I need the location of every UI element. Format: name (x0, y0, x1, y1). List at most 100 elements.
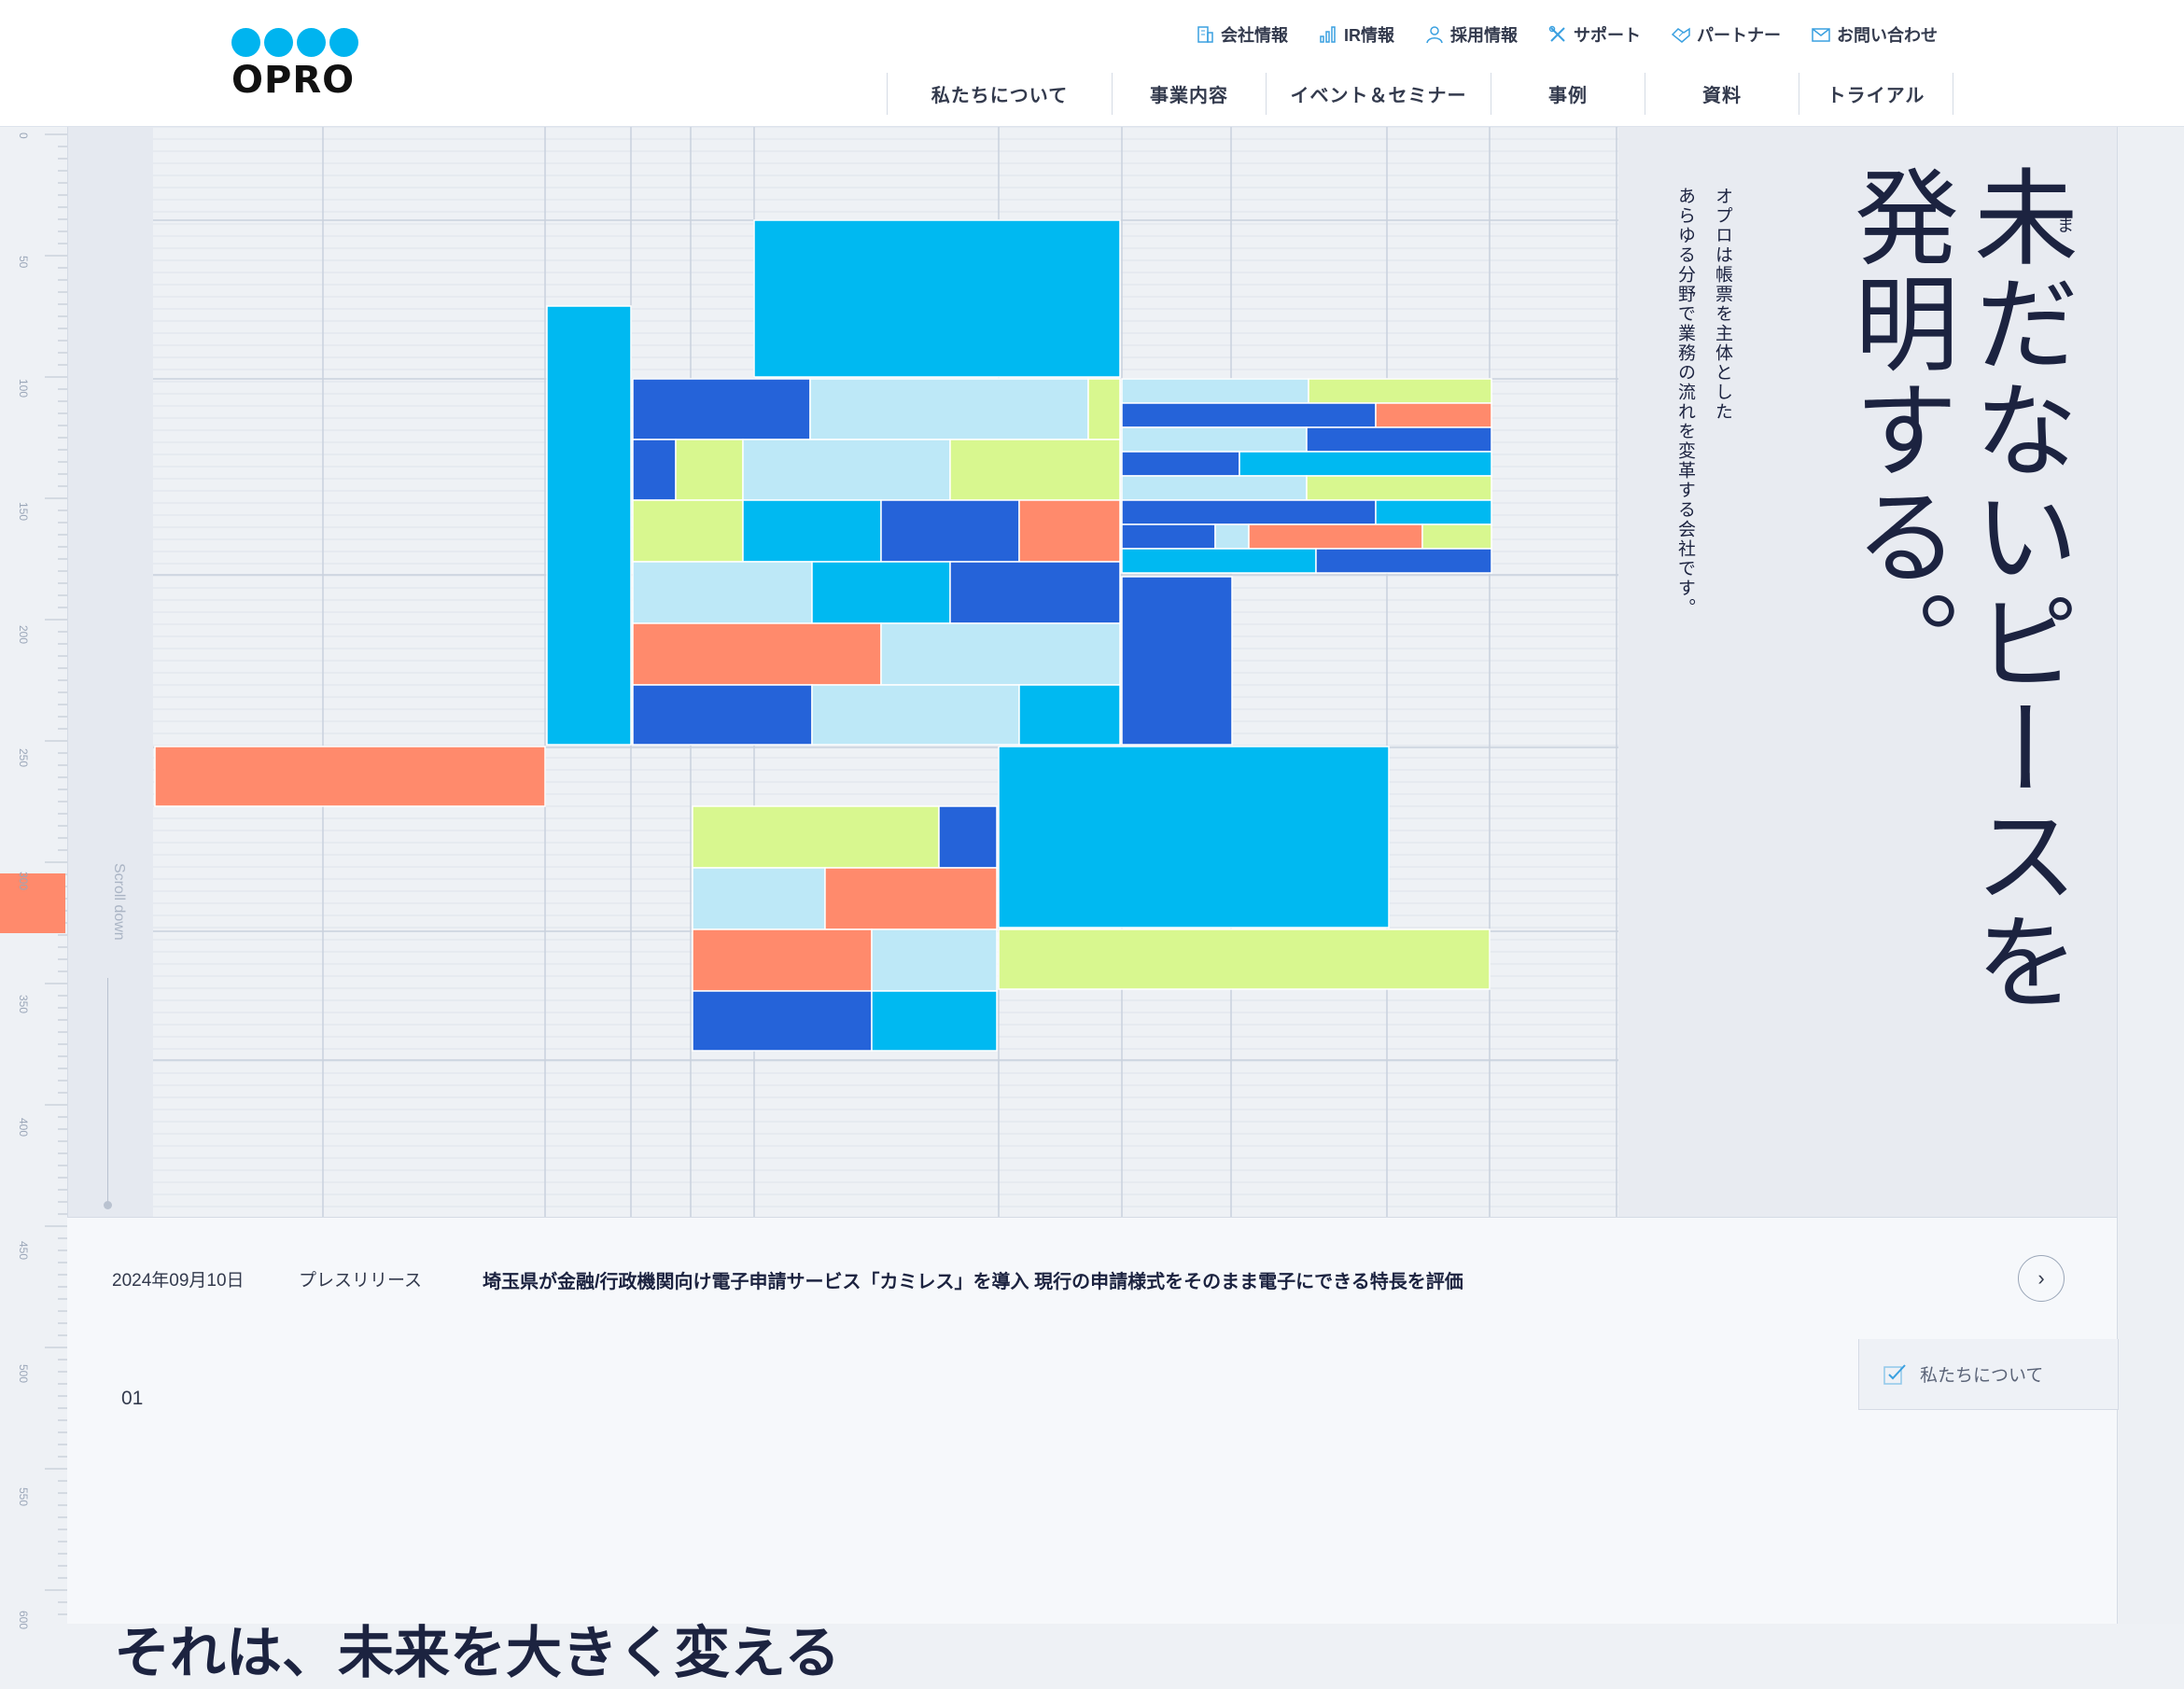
mosaic-block (1306, 426, 1492, 453)
vertical-ruler: 0 50 100 150 200 250 300 350 400 450 500 550 600 (0, 127, 67, 1629)
util-nav-ir-info[interactable]: IR情報 (1318, 21, 1394, 49)
util-nav-label: お問い合わせ (1837, 26, 1938, 45)
mosaic-block (998, 746, 1390, 928)
mosaic-block (1018, 684, 1121, 746)
mosaic-block (692, 990, 873, 1052)
mosaic-block (692, 867, 826, 930)
logo-dots (231, 28, 362, 57)
scroll-indicator-dot (104, 1201, 112, 1209)
mosaic-block (1315, 548, 1492, 574)
ruler-tick-label: 350 (17, 995, 30, 1014)
mosaic-block (1121, 576, 1233, 746)
mosaic-block (692, 928, 873, 992)
mosaic-block (1214, 523, 1250, 550)
logo-wordmark: OPRO (231, 59, 356, 102)
mosaic-block (1421, 523, 1492, 550)
bar-chart-icon (1320, 26, 1336, 43)
person-icon (1426, 26, 1443, 44)
nav-documents[interactable]: 資料 (1645, 73, 1799, 115)
mosaic-block (809, 378, 1089, 440)
mosaic-block (632, 499, 744, 563)
chevron-right-icon: › (2037, 1266, 2045, 1290)
news-title-link[interactable]: 埼玉県が金融/行政機関向け電子申請サービス「カミレス」を導入 現行の申請様式をそ… (483, 1266, 1463, 1293)
mosaic-block (880, 499, 1020, 563)
nav-business[interactable]: 事業内容 (1113, 73, 1267, 115)
mosaic-block (949, 439, 1121, 501)
util-nav-company-info[interactable]: 会社情報 (1195, 21, 1288, 49)
ruler-tick-label: 100 (17, 379, 30, 398)
mosaic-block (998, 928, 1491, 990)
mosaic-block (546, 305, 632, 746)
building-icon (1197, 26, 1213, 43)
util-nav-label: 会社情報 (1221, 26, 1288, 45)
ruler-position-marker (0, 873, 65, 933)
right-edge-strip (2117, 127, 2184, 1624)
nav-events[interactable]: イベント＆セミナー (1267, 73, 1491, 115)
mosaic-block (871, 990, 998, 1052)
mosaic-block (811, 684, 1020, 746)
nav-cases[interactable]: 事例 (1491, 73, 1645, 115)
hero-subcopy-line2: あらゆる分野で業務の流れを変革する会社です。 (1675, 187, 1695, 618)
section-heading: それは、未来を大きく変える (114, 1622, 841, 1684)
nav-trial[interactable]: トライアル (1799, 73, 1953, 115)
mail-icon (1812, 28, 1830, 42)
scroll-indicator-line (107, 978, 108, 1206)
mosaic-block (1121, 499, 1377, 525)
mosaic-block (1308, 378, 1492, 404)
mosaic-block (154, 746, 546, 807)
mosaic-block (1306, 475, 1492, 501)
util-nav-partner[interactable]: パートナー (1671, 21, 1781, 49)
util-nav-label: パートナー (1697, 26, 1781, 45)
news-date: 2024年09月10日 (112, 1271, 245, 1291)
mosaic-block (632, 439, 677, 501)
util-nav-support[interactable]: サポート (1547, 21, 1641, 49)
mosaic-block (871, 928, 998, 992)
opro-logo[interactable]: OPRO (231, 28, 362, 103)
ruler-tick-label: 250 (17, 748, 30, 768)
ruler-tick-label: 400 (17, 1118, 30, 1138)
hero-subcopy-line1: オプロは帳票を主体とした (1713, 187, 1732, 422)
util-nav-label: IR情報 (1344, 26, 1394, 45)
ruler-tick-label: 300 (17, 872, 30, 891)
mosaic-block (1121, 548, 1317, 574)
site-header: OPRO 会社情報 IR情報 採用情報 サポート パートナー お問い合わせ 私た… (0, 0, 2184, 127)
main-nav: 私たちについて 事業内容 イベント＆セミナー 事例 資料 トライアル (887, 73, 1953, 115)
mosaic-block (1375, 499, 1492, 525)
news-next-button[interactable]: › (2018, 1255, 2065, 1302)
scroll-down-hint[interactable]: Scroll down (110, 863, 127, 941)
mosaic-block (1121, 402, 1377, 428)
news-category: プレスリリース (299, 1271, 423, 1291)
ruler-tick-label: 550 (17, 1487, 30, 1507)
mosaic-block (742, 439, 951, 501)
ruler-tick-label: 600 (17, 1611, 30, 1630)
hero-headline-line2: 発明する。 (1837, 163, 1958, 695)
mosaic-block (632, 378, 811, 440)
mosaic-block (1239, 451, 1492, 477)
left-gutter (67, 127, 154, 1217)
news-ticker[interactable]: 2024年09月10日 プレスリリース 埼玉県が金融/行政機関向け電子申請サービ… (67, 1217, 2117, 1340)
mosaic-block (811, 561, 951, 624)
mosaic-block (753, 219, 1121, 378)
utility-nav: 会社情報 IR情報 採用情報 サポート パートナー お問い合わせ (1195, 21, 1967, 49)
util-nav-contact[interactable]: お問い合わせ (1811, 21, 1938, 49)
mosaic-block (1248, 523, 1423, 550)
mosaic-block (1018, 499, 1121, 563)
mosaic-block (632, 622, 882, 686)
ruler-tick-label: 500 (17, 1364, 30, 1384)
mosaic-block (742, 499, 882, 563)
section-tab-label: 私たちについて (1920, 1366, 2044, 1386)
mosaic-block (1087, 378, 1121, 440)
mosaic-block (1121, 378, 1309, 404)
nav-about[interactable]: 私たちについて (888, 73, 1113, 115)
section-tab-about[interactable]: 私たちについて (1858, 1339, 2119, 1410)
mosaic-block (1375, 402, 1492, 428)
handshake-icon (1671, 27, 1690, 43)
util-nav-recruit[interactable]: 採用情報 (1424, 21, 1518, 49)
mosaic-block (1121, 523, 1216, 550)
section-number: 01 (121, 1388, 144, 1409)
mosaic-block (1121, 475, 1308, 501)
mosaic-block (880, 622, 1121, 686)
mosaic-block (675, 439, 744, 501)
hero-mosaic-graphic (153, 127, 1618, 1217)
mosaic-block (632, 684, 813, 746)
